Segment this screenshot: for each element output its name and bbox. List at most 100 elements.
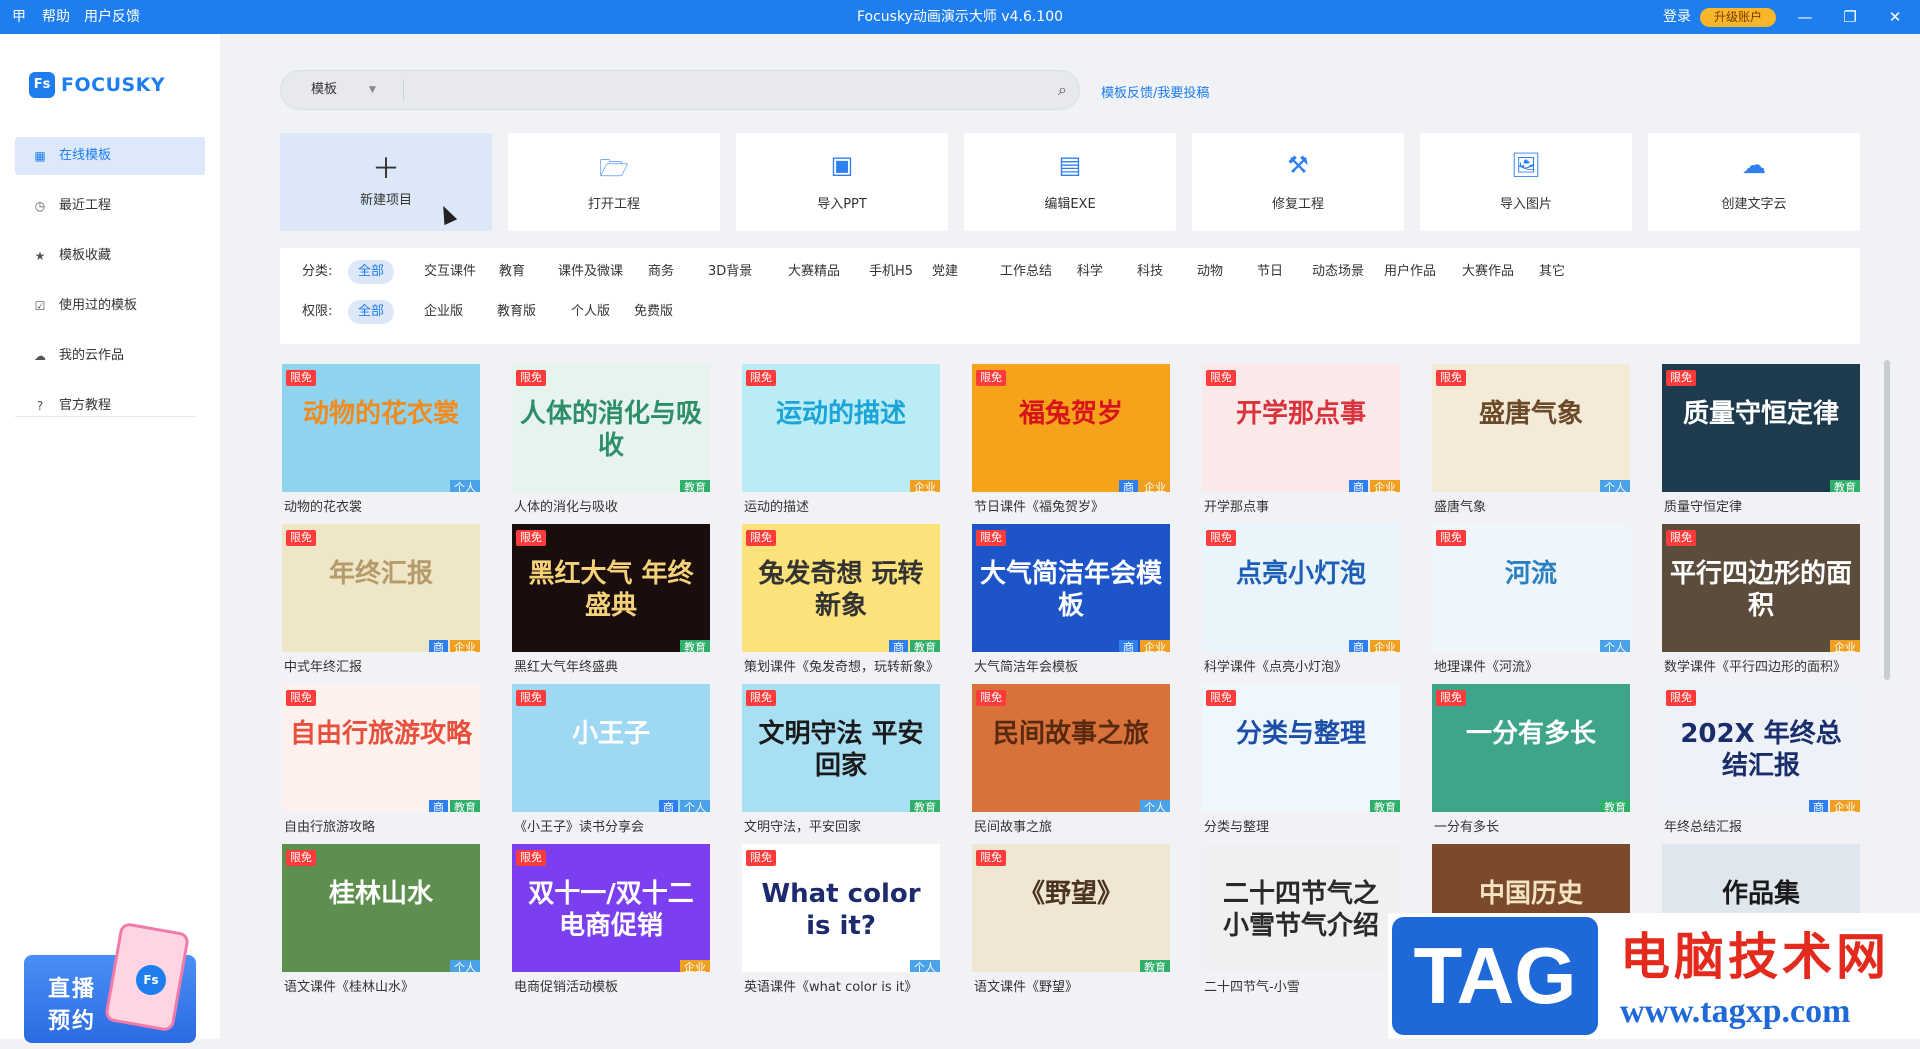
open-project-button[interactable]: 🗁 打开工程 xyxy=(508,133,720,231)
import-image-button[interactable]: 🖼 导入图片 xyxy=(1420,133,1632,231)
template-thumbnail[interactable]: 人体的消化与吸收 限免 教育 xyxy=(512,364,710,492)
template-card[interactable]: 《野望》 限免 教育 语文课件《野望》 xyxy=(972,844,1170,995)
template-card[interactable]: 民间故事之旅 限免 个人 民间故事之旅 xyxy=(972,684,1170,835)
permissions-chip[interactable]: 教育版 xyxy=(487,300,546,324)
template-card[interactable]: 平行四边形的面积 限免 企业 数学课件《平行四边形的面积》 xyxy=(1662,524,1860,675)
template-thumbnail[interactable]: 《野望》 限免 教育 xyxy=(972,844,1170,972)
template-card[interactable]: 黑红大气 年终盛典 限免 教育 黑红大气年终盛典 xyxy=(512,524,710,675)
sidebar-item[interactable]: ◷ 最近工程 xyxy=(15,187,205,225)
categories-chip[interactable]: 手机H5 xyxy=(859,260,923,284)
sidebar-item[interactable]: ▦ 在线模板 xyxy=(15,137,205,175)
template-thumbnail[interactable]: 自由行旅游攻略 限免商教育 xyxy=(282,684,480,812)
template-thumbnail[interactable]: 202X 年终总结汇报 限免商企业 xyxy=(1662,684,1860,812)
template-thumbnail[interactable]: 民间故事之旅 限免 个人 xyxy=(972,684,1170,812)
permissions-chip[interactable]: 个人版 xyxy=(561,300,620,324)
template-thumbnail[interactable]: 盛唐气象 限免 个人 xyxy=(1432,364,1630,492)
scrollbar[interactable] xyxy=(1884,360,1890,680)
permissions-chip[interactable]: 企业版 xyxy=(414,300,473,324)
categories-chip[interactable]: 教育 xyxy=(489,260,535,284)
categories-chip[interactable]: 节日 xyxy=(1247,260,1293,284)
template-thumbnail[interactable]: 点亮小灯泡 限免商企业 xyxy=(1202,524,1400,652)
categories-chip[interactable]: 课件及微课 xyxy=(548,260,633,284)
categories-chip[interactable]: 其它 xyxy=(1529,260,1575,284)
template-card[interactable]: What color is it? 限免 个人 英语课件《what color is … xyxy=(742,844,940,995)
template-thumbnail[interactable]: 平行四边形的面积 限免 企业 xyxy=(1662,524,1860,652)
template-card[interactable]: 动物的花衣裳 限免 个人 动物的花衣裳 xyxy=(282,364,480,515)
template-card[interactable]: 福兔贺岁 限免商企业 节日课件《福兔贺岁》 xyxy=(972,364,1170,515)
template-card[interactable]: 兔发奇想 玩转新象 限免商教育 策划课件《兔发奇想，玩转新象》 xyxy=(742,524,940,675)
create-wordcloud-button[interactable]: ☁ 创建文字云 xyxy=(1648,133,1860,231)
template-thumbnail[interactable]: 桂林山水 限免 个人 xyxy=(282,844,480,972)
categories-chip[interactable]: 工作总结 xyxy=(990,260,1062,284)
template-thumbnail[interactable]: 分类与整理 限免 教育 xyxy=(1202,684,1400,812)
template-card[interactable]: 年终汇报 限免商企业 中式年终汇报 xyxy=(282,524,480,675)
search-input[interactable] xyxy=(411,75,1011,105)
template-card[interactable]: 质量守恒定律 限免 教育 质量守恒定律 xyxy=(1662,364,1860,515)
template-thumbnail[interactable]: 质量守恒定律 限免 教育 xyxy=(1662,364,1860,492)
categories-chip[interactable]: 动态场景 xyxy=(1302,260,1374,284)
template-card[interactable]: 分类与整理 限免 教育 分类与整理 xyxy=(1202,684,1400,835)
login-link[interactable]: 登录 xyxy=(1663,0,1691,34)
categories-chip[interactable]: 科技 xyxy=(1127,260,1173,284)
edit-exe-button[interactable]: ▤ 编辑EXE xyxy=(964,133,1176,231)
template-card[interactable]: 双十一/双十二 电商促销 限免 企业 电商促销活动模板 xyxy=(512,844,710,995)
template-card[interactable]: 文明守法 平安回家 限免 教育 文明守法，平安回家 xyxy=(742,684,940,835)
sidebar-item[interactable]: ☑ 使用过的模板 xyxy=(15,287,205,325)
help-menu[interactable]: 帮助 xyxy=(42,0,70,34)
template-card[interactable]: 二十四节气之 小雪节气介绍 二十四节气-小雪 xyxy=(1202,844,1400,995)
template-thumbnail[interactable]: 开学那点事 限免商企业 xyxy=(1202,364,1400,492)
template-card[interactable]: 一分有多长 限免 教育 一分有多长 xyxy=(1432,684,1630,835)
categories-chip[interactable]: 大赛精品 xyxy=(778,260,850,284)
upgrade-button[interactable]: 升级账户 xyxy=(1700,8,1776,27)
sidebar-item[interactable]: ★ 模板收藏 xyxy=(15,237,205,275)
template-thumbnail[interactable]: 小王子 限免商个人 xyxy=(512,684,710,812)
template-card[interactable]: 人体的消化与吸收 限免 教育 人体的消化与吸收 xyxy=(512,364,710,515)
categories-chip[interactable]: 党建 xyxy=(922,260,968,284)
template-thumbnail[interactable]: 福兔贺岁 限免商企业 xyxy=(972,364,1170,492)
minimize-icon[interactable]: — xyxy=(1785,0,1825,34)
template-card[interactable]: 桂林山水 限免 个人 语文课件《桂林山水》 xyxy=(282,844,480,995)
sidebar-item[interactable]: ? 官方教程 xyxy=(15,387,205,425)
template-thumbnail[interactable]: 大气简洁年会模板 限免商企业 xyxy=(972,524,1170,652)
search-icon[interactable]: ⌕ xyxy=(1058,71,1067,109)
permissions-chip[interactable]: 免费版 xyxy=(624,300,683,324)
categories-chip[interactable]: 动物 xyxy=(1187,260,1233,284)
template-thumbnail[interactable]: 河流 限免 个人 xyxy=(1432,524,1630,652)
maximize-icon[interactable]: ❐ xyxy=(1830,0,1870,34)
categories-chip[interactable]: 大赛作品 xyxy=(1452,260,1524,284)
template-thumbnail[interactable]: 运动的描述 限免 企业 xyxy=(742,364,940,492)
permissions-chip[interactable]: 全部 xyxy=(348,300,395,324)
template-thumbnail[interactable]: 双十一/双十二 电商促销 限免 企业 xyxy=(512,844,710,972)
template-thumbnail[interactable]: 动物的花衣裳 限免 个人 xyxy=(282,364,480,492)
template-thumbnail[interactable]: 黑红大气 年终盛典 限免 教育 xyxy=(512,524,710,652)
categories-chip[interactable]: 科学 xyxy=(1067,260,1113,284)
template-card[interactable]: 开学那点事 限免商企业 开学那点事 xyxy=(1202,364,1400,515)
template-card[interactable]: 202X 年终总结汇报 限免商企业 年终总结汇报 xyxy=(1662,684,1860,835)
categories-chip[interactable]: 用户作品 xyxy=(1374,260,1446,284)
live-promo-banner[interactable]: Fs 直播 预约 xyxy=(24,921,196,1049)
new-project-button[interactable]: ＋ 新建项目 xyxy=(280,133,492,231)
search-category-select[interactable]: 模板 xyxy=(311,71,337,109)
feedback-menu[interactable]: 用户反馈 xyxy=(84,0,140,34)
template-thumbnail[interactable]: 一分有多长 限免 教育 xyxy=(1432,684,1630,812)
template-thumbnail[interactable]: What color is it? 限免 个人 xyxy=(742,844,940,972)
close-icon[interactable]: ✕ xyxy=(1875,0,1915,34)
template-thumbnail[interactable]: 兔发奇想 玩转新象 限免商教育 xyxy=(742,524,940,652)
sidebar-item[interactable]: ☁ 我的云作品 xyxy=(15,337,205,375)
categories-chip[interactable]: 3D背景 xyxy=(698,260,762,284)
pin-icon[interactable]: 甲 xyxy=(12,0,26,34)
template-thumbnail[interactable]: 文明守法 平安回家 限免 教育 xyxy=(742,684,940,812)
template-card[interactable]: 河流 限免 个人 地理课件《河流》 xyxy=(1432,524,1630,675)
template-card[interactable]: 点亮小灯泡 限免商企业 科学课件《点亮小灯泡》 xyxy=(1202,524,1400,675)
chevron-down-icon[interactable]: ▼ xyxy=(369,71,376,109)
template-card[interactable]: 大气简洁年会模板 限免商企业 大气简洁年会模板 xyxy=(972,524,1170,675)
categories-chip[interactable]: 全部 xyxy=(348,260,395,284)
template-card[interactable]: 小王子 限免商个人 《小王子》读书分享会 xyxy=(512,684,710,835)
template-feedback-link[interactable]: 模板反馈/我要投稿 xyxy=(1101,82,1209,101)
repair-project-button[interactable]: ⚒ 修复工程 xyxy=(1192,133,1404,231)
template-card[interactable]: 盛唐气象 限免 个人 盛唐气象 xyxy=(1432,364,1630,515)
template-card[interactable]: 自由行旅游攻略 限免商教育 自由行旅游攻略 xyxy=(282,684,480,835)
categories-chip[interactable]: 商务 xyxy=(638,260,684,284)
import-ppt-button[interactable]: ▣ 导入PPT xyxy=(736,133,948,231)
template-card[interactable]: 运动的描述 限免 企业 运动的描述 xyxy=(742,364,940,515)
